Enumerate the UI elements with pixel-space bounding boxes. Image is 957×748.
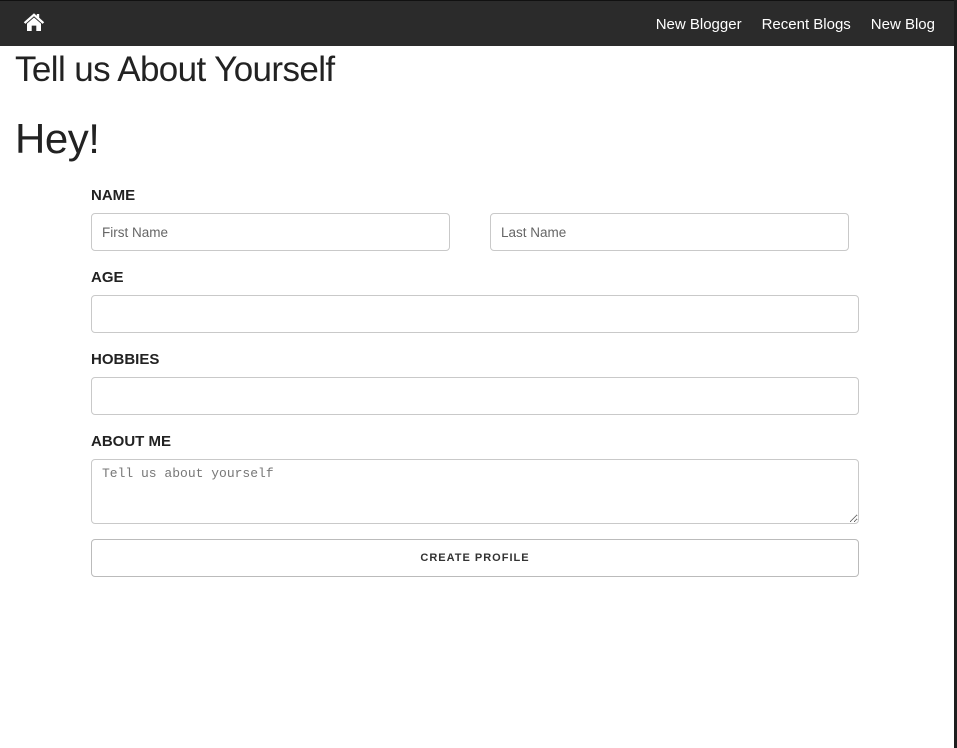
page-title: Tell us About Yourself bbox=[15, 50, 335, 89]
greeting-heading: Hey! bbox=[15, 115, 100, 162]
hobbies-input[interactable] bbox=[91, 377, 859, 415]
first-name-input[interactable] bbox=[91, 213, 450, 251]
nav-link-new-blog[interactable]: New Blog bbox=[871, 16, 935, 33]
nav-links: New Blogger Recent Blogs New Blog bbox=[636, 1, 935, 47]
about-me-label: ABOUT ME bbox=[91, 433, 171, 450]
name-label: NAME bbox=[91, 187, 136, 204]
about-me-textarea[interactable] bbox=[91, 459, 859, 524]
age-label: AGE bbox=[91, 269, 124, 286]
home-icon-graphic bbox=[23, 13, 45, 31]
create-profile-button[interactable]: CREATE PROFILE bbox=[91, 539, 859, 577]
last-name-input[interactable] bbox=[490, 213, 849, 251]
nav-link-recent-blogs[interactable]: Recent Blogs bbox=[762, 16, 851, 33]
age-input[interactable] bbox=[91, 295, 859, 333]
top-navbar: New Blogger Recent Blogs New Blog bbox=[0, 0, 954, 46]
nav-link-new-blogger[interactable]: New Blogger bbox=[656, 16, 742, 33]
home-icon[interactable] bbox=[23, 12, 45, 32]
hobbies-label: HOBBIES bbox=[91, 351, 160, 368]
